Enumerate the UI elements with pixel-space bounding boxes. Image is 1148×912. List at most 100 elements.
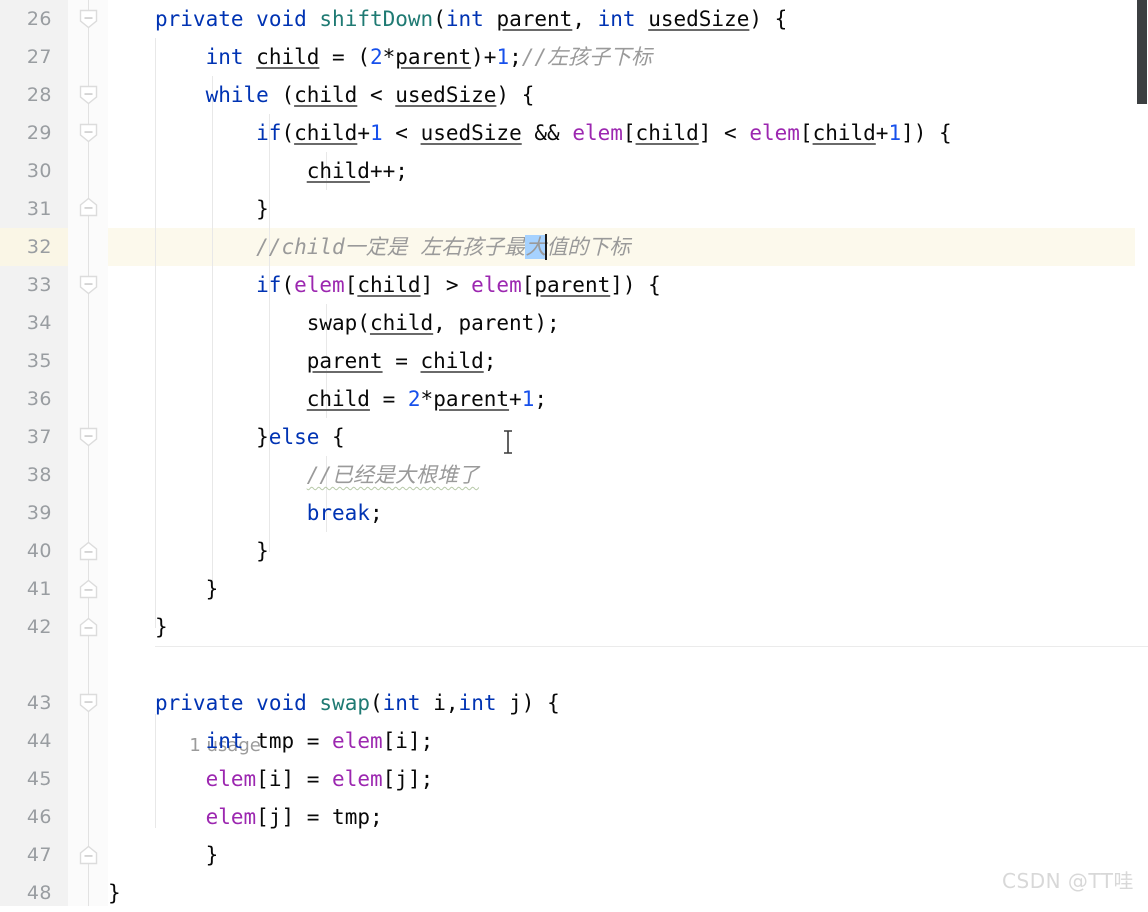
code-line[interactable]: } xyxy=(108,570,1148,608)
fold-expand-end-icon[interactable] xyxy=(79,579,98,599)
keyword-token: int xyxy=(597,7,636,31)
code-line[interactable]: } xyxy=(108,532,1148,570)
keyword-token: private xyxy=(155,691,244,715)
field-token: elem xyxy=(749,121,800,145)
line-number[interactable]: 36 xyxy=(0,380,52,418)
code-line[interactable]: } xyxy=(108,190,1148,228)
local-var-token: tmp xyxy=(332,805,370,829)
line-number[interactable]: 48 xyxy=(0,874,52,912)
code-line[interactable]: while (child < usedSize) { xyxy=(108,76,1148,114)
field-token: elem xyxy=(332,729,383,753)
field-token: elem xyxy=(332,767,383,791)
parameter-token: j xyxy=(395,767,408,791)
fold-collapse-icon[interactable] xyxy=(79,693,98,713)
code-line[interactable]: break; xyxy=(108,494,1148,532)
code-line[interactable]: //已经是大根堆了 xyxy=(108,456,1148,494)
field-token: elem xyxy=(471,273,522,297)
local-var-token: child xyxy=(635,121,699,145)
method-call-token: swap xyxy=(306,311,358,335)
keyword-token: while xyxy=(205,83,269,107)
line-number[interactable]: 31 xyxy=(0,190,52,228)
number-token: 1 xyxy=(496,45,510,69)
line-number[interactable]: 42 xyxy=(0,608,52,646)
fold-collapse-icon[interactable] xyxy=(79,9,98,29)
keyword-token: void xyxy=(256,691,307,715)
code-line-caret[interactable]: //child一定是 左右孩子最大值的下标 xyxy=(108,228,1148,266)
line-number[interactable]: 44 xyxy=(0,722,52,760)
fold-collapse-icon[interactable] xyxy=(79,85,98,105)
line-number[interactable]: 38 xyxy=(0,456,52,494)
selected-text[interactable]: 大 xyxy=(525,235,547,259)
local-var-token: child xyxy=(812,121,876,145)
keyword-token: int xyxy=(445,7,484,31)
code-line[interactable]: } xyxy=(108,874,1148,906)
code-line[interactable]: if(elem[child] > elem[parent]) { xyxy=(108,266,1148,304)
code-line[interactable]: private void swap(int i,int j) { xyxy=(108,684,1148,722)
line-number[interactable]: 41 xyxy=(0,570,52,608)
code-editor[interactable]: 26 27 28 29 30 31 32 33 34 35 36 37 38 3… xyxy=(0,0,1148,906)
code-line[interactable]: elem[j] = tmp; xyxy=(108,798,1148,836)
code-line[interactable]: int child = (2*parent)+1;//左孩子下标 xyxy=(108,38,1148,76)
field-token: elem xyxy=(205,805,257,829)
local-var-token: child xyxy=(294,83,358,107)
line-number[interactable]: 29 xyxy=(0,114,52,152)
line-number[interactable]: 28 xyxy=(0,76,52,114)
field-token: elem xyxy=(572,121,623,145)
usage-inlay-hint-row[interactable]: 1 usage xyxy=(108,646,1148,756)
line-number[interactable]: 33 xyxy=(0,266,52,304)
line-number[interactable]: 35 xyxy=(0,342,52,380)
line-number[interactable]: 34 xyxy=(0,304,52,342)
code-line[interactable]: private void shiftDown(int parent, int u… xyxy=(108,0,1148,38)
code-line[interactable]: if(child+1 < usedSize && elem[child] < e… xyxy=(108,114,1148,152)
number-token: 2 xyxy=(407,387,421,411)
line-number[interactable]: 26 xyxy=(0,0,52,38)
code-line[interactable]: elem[i] = elem[j]; xyxy=(108,760,1148,798)
field-token: elem xyxy=(205,767,257,791)
number-token: 1 xyxy=(888,121,902,145)
keyword-token: int xyxy=(205,45,244,69)
code-line[interactable]: child = 2*parent+1; xyxy=(108,380,1148,418)
line-comment: //child一定是 左右孩子最 xyxy=(256,235,526,259)
code-line[interactable]: parent = child; xyxy=(108,342,1148,380)
line-number[interactable]: 45 xyxy=(0,760,52,798)
fold-collapse-icon[interactable] xyxy=(79,275,98,295)
keyword-token: int xyxy=(382,691,421,715)
line-number[interactable]: 37 xyxy=(0,418,52,456)
line-number[interactable]: 46 xyxy=(0,798,52,836)
line-comment: 值的下标 xyxy=(546,235,631,259)
line-number[interactable]: 27 xyxy=(0,38,52,76)
fold-expand-end-icon[interactable] xyxy=(79,845,98,865)
line-number[interactable]: 40 xyxy=(0,532,52,570)
parameter-token: parent xyxy=(306,349,383,373)
parameter-token: parent xyxy=(395,45,472,69)
keyword-token: else xyxy=(268,425,320,449)
fold-expand-end-icon[interactable] xyxy=(79,617,98,637)
csdn-watermark: CSDN @TT哇 xyxy=(1002,869,1134,893)
local-var-token: child xyxy=(357,273,421,297)
code-text-area[interactable]: private void shiftDown(int parent, int u… xyxy=(108,0,1148,906)
fold-collapse-icon[interactable] xyxy=(79,123,98,143)
number-token: 1 xyxy=(521,387,535,411)
keyword-token: void xyxy=(256,7,307,31)
line-number[interactable]: 43 xyxy=(0,684,52,722)
line-number[interactable]: 39 xyxy=(0,494,52,532)
code-line[interactable]: int tmp = elem[i]; xyxy=(108,722,1148,760)
line-number[interactable]: 32 xyxy=(0,228,52,266)
fold-collapse-icon[interactable] xyxy=(79,427,98,447)
parameter-token: parent xyxy=(534,273,611,297)
code-line[interactable]: child++; xyxy=(108,152,1148,190)
parameter-token: parent xyxy=(496,7,573,31)
code-line[interactable]: } xyxy=(108,608,1148,646)
code-line[interactable]: } xyxy=(108,836,1148,874)
code-line[interactable]: swap(child, parent); xyxy=(108,304,1148,342)
code-line[interactable]: }else { xyxy=(108,418,1148,456)
fold-expand-end-icon[interactable] xyxy=(79,197,98,217)
parameter-token: i xyxy=(433,691,446,715)
field-token: elem xyxy=(294,273,345,297)
parameter-token: parent xyxy=(433,387,510,411)
line-number[interactable]: 47 xyxy=(0,836,52,874)
fold-expand-end-icon[interactable] xyxy=(79,541,98,561)
parameter-token: usedSize xyxy=(420,121,522,145)
local-var-token: child xyxy=(369,311,434,335)
line-number[interactable]: 30 xyxy=(0,152,52,190)
